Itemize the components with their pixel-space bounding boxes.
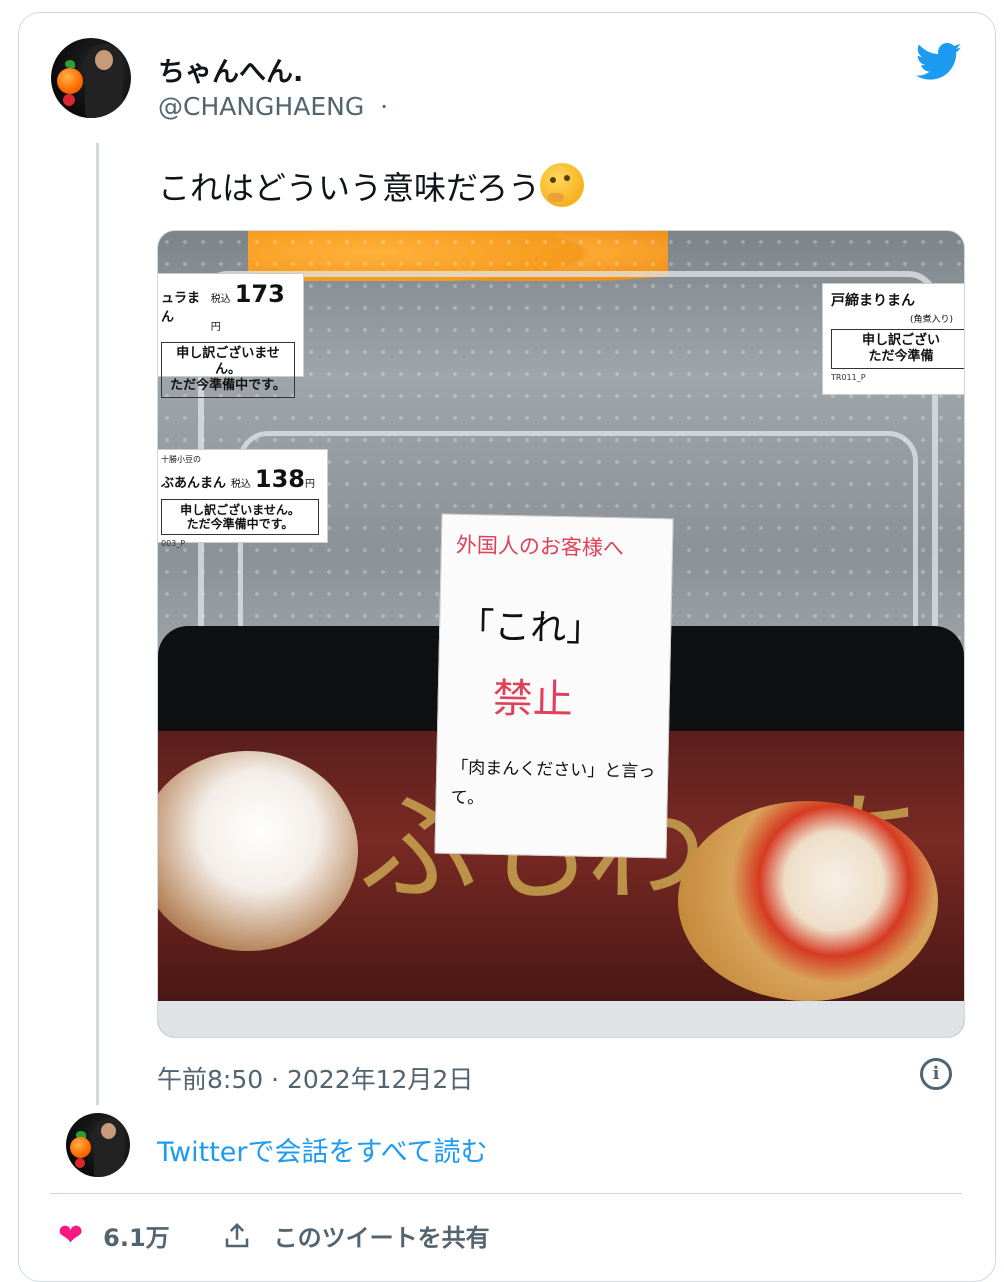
tag-notice-2: ただ今準備 xyxy=(868,349,934,364)
handwritten-note: 外国人のお客様へ 「これ」 禁止 「肉まんください」と言って。 xyxy=(434,513,674,859)
author-handle[interactable]: @CHANGHAENG · xyxy=(158,92,388,121)
thinking-face-icon xyxy=(540,163,585,207)
tag-pre: 十勝小豆の xyxy=(161,455,201,464)
tag-code: TR011_P xyxy=(831,373,866,382)
author-name[interactable]: ちゃんへん. xyxy=(158,50,303,89)
tag-tax: 税込 xyxy=(210,294,231,305)
tag-unit: 円 xyxy=(305,479,315,490)
read-conversation-link[interactable]: Twitterで会話をすべて読む xyxy=(157,1130,488,1169)
tag-tax: 税込 xyxy=(230,479,251,490)
handle-text[interactable]: @CHANGHAENG xyxy=(158,92,364,121)
tag-unit: 円 xyxy=(210,322,221,333)
price-tag-mid-left: 十勝小豆の ぶあんまん 税込 138円 申し訳ございません。 ただ今準備中です。 0… xyxy=(158,449,328,548)
tag-notice-2: ただ今準備中です。 xyxy=(170,378,286,393)
counter-base xyxy=(158,1001,964,1037)
note-line-3: 禁止 xyxy=(492,675,574,724)
tweet-text-body: これはどういう意味だろう xyxy=(158,169,541,207)
note-line-4: 「肉まんください」と言って。 xyxy=(450,757,656,809)
like-heart-icon[interactable]: ❤ xyxy=(58,1218,83,1253)
author-avatar[interactable] xyxy=(51,38,131,118)
tag-name: 戸締まりまん xyxy=(831,293,915,309)
thread-line xyxy=(96,143,99,1105)
note-line-2: 「これ」 xyxy=(457,605,603,650)
action-divider xyxy=(50,1193,962,1194)
bun-image-right xyxy=(678,801,938,1001)
like-count[interactable]: 6.1万 xyxy=(103,1218,170,1253)
tag-notice-1: 申し訳ございません。 xyxy=(180,503,300,517)
tweet-actions: ❤ 6.1万 このツイートを共有 xyxy=(58,1218,490,1253)
tweet-photo[interactable]: ふもわっちっ ュラまん 税込173円 申し訳ございません。ただ今準備中です。 十… xyxy=(157,230,965,1038)
info-icon[interactable]: i xyxy=(920,1058,952,1090)
tag-name: ぶあんまん xyxy=(161,476,227,491)
tag-sub: (角煮入り) xyxy=(909,315,953,325)
twitter-logo-icon[interactable] xyxy=(916,42,962,82)
note-line-1: 外国人のお客様へ xyxy=(455,532,625,561)
tag-code: 003_P xyxy=(161,539,186,548)
tweet-text: これはどういう意味だろう xyxy=(158,163,585,209)
tag-notice-1: 申し訳ござい xyxy=(861,333,940,348)
tag-notice-1: 申し訳ございません。 xyxy=(176,346,280,377)
reply-avatar[interactable] xyxy=(66,1113,130,1177)
handle-separator: · xyxy=(380,92,389,121)
share-icon[interactable] xyxy=(222,1221,252,1251)
price-tag-top-left: ュラまん 税込 173 円 申し訳ございません。 ただ今準備中です。 xyxy=(158,273,304,398)
price-tag-right: 戸締まりまん (角煮入り) 申し訳ござい ただ今準備 TR011_P xyxy=(822,283,964,395)
tweet-timestamp[interactable]: 午前8:50 · 2022年12月2日 xyxy=(157,1060,473,1096)
share-tweet-button[interactable]: このツイートを共有 xyxy=(274,1218,490,1253)
tag-notice-2: ただ今準備中です。 xyxy=(186,517,294,531)
tag-price: 173 xyxy=(234,280,285,308)
tag-price: 138 xyxy=(254,465,305,493)
tag-name: ュラまん xyxy=(161,291,201,325)
